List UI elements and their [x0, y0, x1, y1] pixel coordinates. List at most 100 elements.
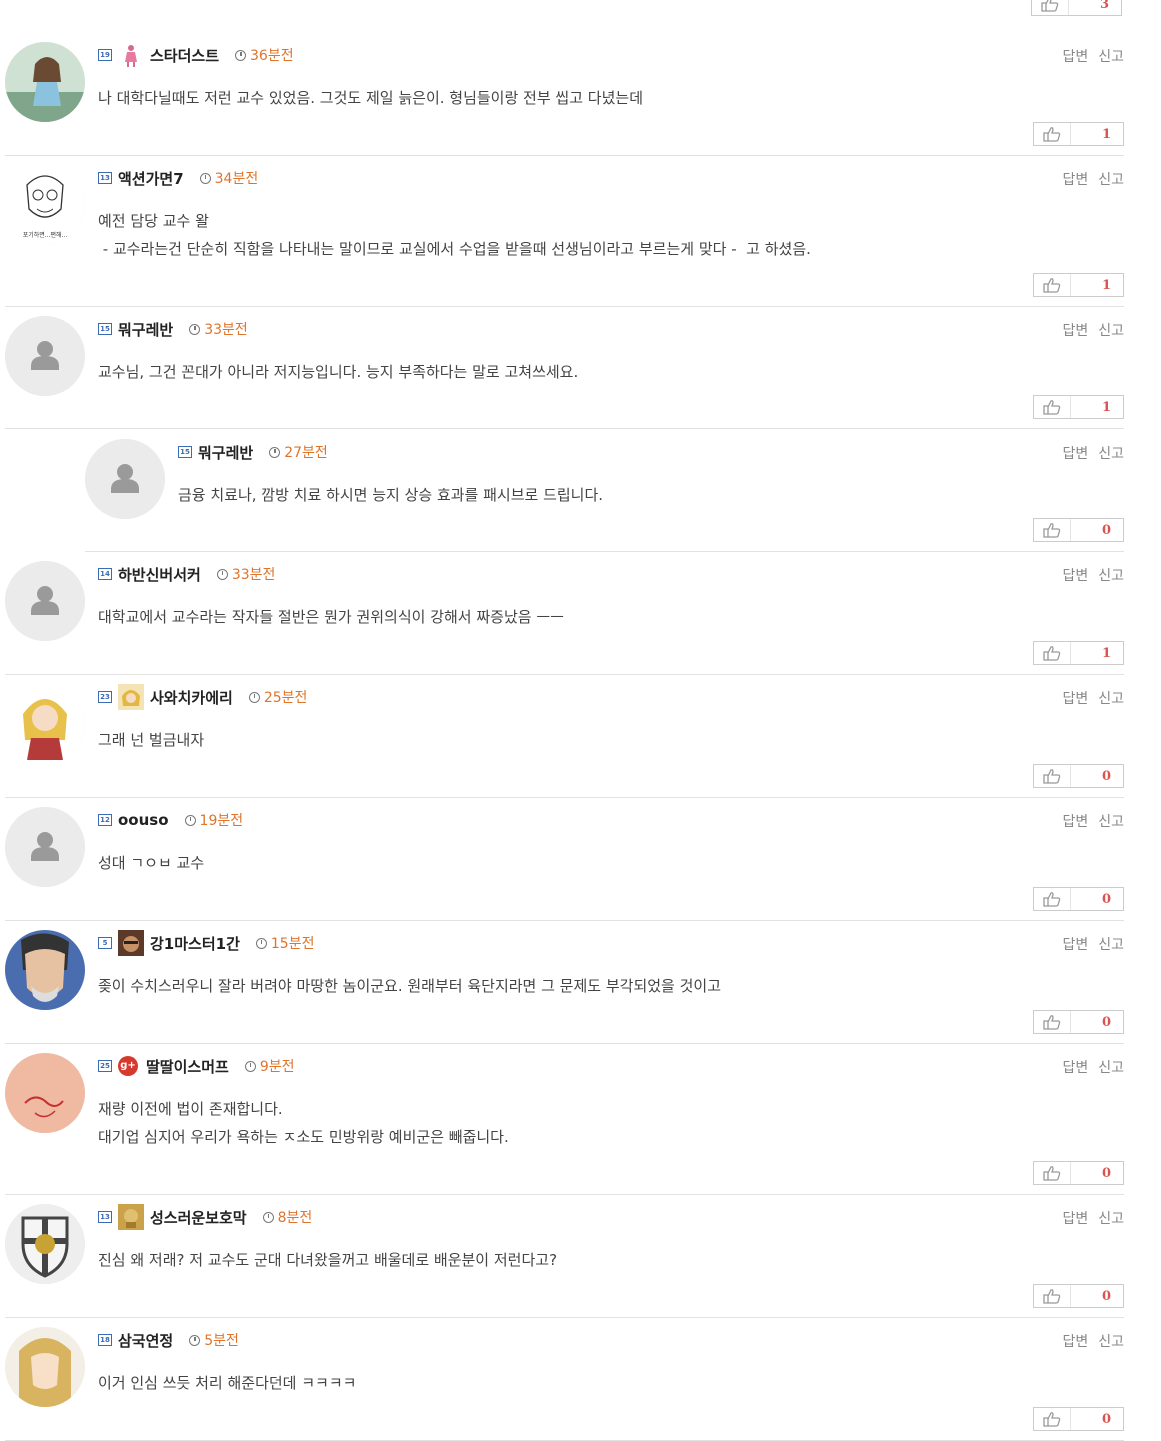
reply-button[interactable]: 답변 [1062, 323, 1088, 339]
reply-button[interactable]: 답변 [1062, 937, 1088, 953]
reply-button[interactable]: 답변 [1062, 172, 1088, 188]
report-button[interactable]: 신고 [1098, 1211, 1124, 1227]
comment-body: 그래 넌 벌금내자 [98, 726, 204, 754]
like-button[interactable]: 0 [1033, 764, 1124, 788]
level-badge: 12 [98, 814, 112, 826]
report-button[interactable]: 신고 [1098, 568, 1124, 584]
user-nickname[interactable]: 삼국연정 [118, 1330, 173, 1351]
like-button[interactable]: 0 [1033, 1284, 1124, 1308]
comment-text-line: - 교수라는건 단순히 직함을 나타내는 말이므로 교실에서 수업을 받을때 선… [98, 240, 811, 258]
user-nickname[interactable]: 강1마스터1간 [150, 933, 240, 954]
reply-button[interactable]: 답변 [1062, 1060, 1088, 1076]
like-button[interactable]: 1 [1033, 273, 1124, 297]
like-button[interactable]: 1 [1033, 122, 1124, 146]
clock-icon [199, 172, 211, 184]
report-button[interactable]: 신고 [1098, 691, 1124, 707]
time-text: 36분전 [250, 48, 294, 64]
comment-text-line: 나 대학다닐때도 저런 교수 있었음. 그것도 제일 늙은이. 형님들이랑 전부… [98, 89, 643, 107]
reply-button[interactable]: 답변 [1062, 691, 1088, 707]
time-text: 34분전 [214, 171, 259, 187]
comment-actions: 답변 신고 [1052, 1057, 1124, 1077]
like-button[interactable]: 1 [1033, 395, 1124, 419]
time-text: 8분전 [277, 1210, 313, 1226]
comment-header: 19 스타더스트 36분전 [98, 42, 294, 68]
comment-time: 36분전 [235, 45, 294, 65]
comment-item: 포기하면...편해... 13 액션가면7 34분전 답변 신고 예전 담당 교수 왈 - … [5, 155, 1124, 307]
like-count: 0 [1101, 1288, 1111, 1304]
like-button[interactable]: 0 [1033, 1407, 1124, 1431]
reply-button[interactable]: 답변 [1062, 1334, 1088, 1350]
reply-button[interactable]: 답변 [1062, 49, 1088, 65]
report-button[interactable]: 신고 [1098, 49, 1124, 65]
comment-time: 33분전 [216, 564, 275, 584]
user-avatar[interactable] [85, 439, 165, 519]
user-nickname[interactable]: 스타더스트 [150, 45, 219, 66]
level-badge: 18 [98, 1334, 112, 1346]
like-count: 0 [1101, 522, 1111, 538]
user-avatar[interactable] [5, 1204, 85, 1284]
comment-body: 나 대학다닐때도 저런 교수 있었음. 그것도 제일 늙은이. 형님들이랑 전부… [98, 84, 643, 112]
user-avatar[interactable] [5, 1327, 85, 1407]
user-avatar[interactable] [5, 807, 85, 887]
comment-body: 예전 담당 교수 왈 - 교수라는건 단순히 직함을 나타내는 말이므로 교실에… [98, 207, 811, 263]
reply-button[interactable]: 답변 [1062, 1211, 1088, 1227]
user-avatar[interactable] [5, 930, 85, 1010]
user-avatar[interactable] [5, 42, 85, 122]
user-avatar[interactable]: 포기하면...편해... [5, 165, 85, 245]
user-avatar[interactable] [5, 316, 85, 396]
user-nickname[interactable]: 사와치카에리 [150, 687, 233, 708]
report-button[interactable]: 신고 [1098, 814, 1124, 830]
thumbs-up-icon [1032, 0, 1069, 15]
user-avatar[interactable] [5, 1053, 85, 1133]
comment-header: 13 성스러운보호막 8분전 [98, 1204, 313, 1230]
report-button[interactable]: 신고 [1098, 1334, 1124, 1350]
comment-time: 15분전 [255, 933, 314, 953]
svg-text:포기하면...편해...: 포기하면...편해... [23, 231, 68, 239]
report-button[interactable]: 신고 [1098, 1060, 1124, 1076]
thumbs-up-icon [1034, 642, 1071, 664]
comment-body: 진심 왜 저래? 저 교수도 군대 다녀왔을꺼고 배울데로 배운분이 저런다고? [98, 1246, 557, 1274]
comment-header: 25 g+ 딸딸이스머프 9분전 [98, 1056, 294, 1076]
user-nickname[interactable]: 하반신버서커 [118, 564, 201, 585]
user-nickname[interactable]: 액션가면7 [118, 168, 184, 189]
comment-body: 대학교에서 교수라는 작자들 절반은 뭔가 권위의식이 강해서 짜증났음 ㅡㅡ [98, 603, 564, 631]
like-button[interactable]: 3 [1031, 0, 1122, 16]
reply-comment: 15 뭐구레반 27분전 답변 신고 금융 치료나, 깜방 치료 하시면 능지 상승 효과… [85, 429, 1124, 552]
time-text: 9분전 [259, 1059, 295, 1075]
like-count: 0 [1101, 891, 1111, 907]
like-count: 0 [1101, 1411, 1111, 1427]
thumbs-up-icon [1034, 1162, 1071, 1184]
user-nickname[interactable]: oouso [118, 811, 169, 829]
like-button[interactable]: 0 [1033, 1010, 1124, 1034]
user-mini-avatar [118, 930, 144, 956]
report-button[interactable]: 신고 [1098, 323, 1124, 339]
comment-item: 25 g+ 딸딸이스머프 9분전 답변 신고 재량 이전에 법이 존재합니다. 대기업 심지어… [5, 1043, 1124, 1195]
level-badge: 14 [98, 568, 112, 580]
comment-body: 이거 인심 쓰듯 처리 해준다던데 ㅋㅋㅋㅋ [98, 1369, 356, 1397]
reply-button[interactable]: 답변 [1062, 568, 1088, 584]
report-button[interactable]: 신고 [1098, 937, 1124, 953]
user-avatar[interactable] [5, 684, 85, 764]
comment-header: 18 삼국연정 5분전 [98, 1330, 239, 1350]
like-button[interactable]: 0 [1033, 887, 1124, 911]
user-nickname[interactable]: 딸딸이스머프 [146, 1056, 229, 1077]
comment-header: 14 하반신버서커 33분전 [98, 564, 275, 584]
comment-time: 8분전 [262, 1207, 313, 1227]
reply-button[interactable]: 답변 [1062, 814, 1088, 830]
user-nickname[interactable]: 성스러운보호막 [150, 1207, 247, 1228]
report-button[interactable]: 신고 [1098, 446, 1124, 462]
reply-button[interactable]: 답변 [1062, 446, 1088, 462]
like-button[interactable]: 0 [1033, 1161, 1124, 1185]
like-button[interactable]: 0 [1033, 518, 1124, 542]
user-nickname[interactable]: 뭐구레반 [118, 319, 173, 340]
like-button[interactable]: 1 [1033, 641, 1124, 665]
user-nickname[interactable]: 뭐구레반 [198, 442, 253, 463]
time-text: 33분전 [204, 322, 248, 338]
comment-item: 13 성스러운보호막 8분전 답변 신고 진심 왜 저래? 저 교수도 군대 다녀왔을꺼고… [5, 1194, 1124, 1318]
comment-body: 재량 이전에 법이 존재합니다. 대기업 심지어 우리가 욕하는 ㅈ소도 민방위랑… [98, 1095, 509, 1151]
report-button[interactable]: 신고 [1098, 172, 1124, 188]
level-badge: 5 [98, 937, 112, 949]
comment-time: 27분전 [269, 442, 328, 462]
user-avatar[interactable] [5, 561, 85, 641]
thumbs-up-icon [1034, 765, 1071, 787]
